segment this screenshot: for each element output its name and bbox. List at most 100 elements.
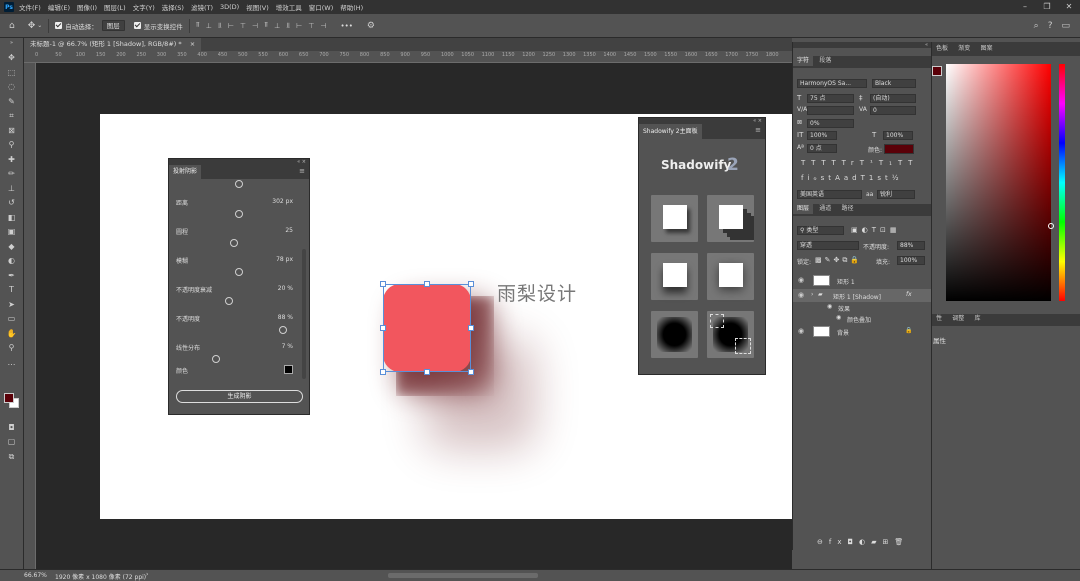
- type-tool-icon[interactable]: T: [5, 284, 18, 296]
- handle-top-right[interactable]: [468, 281, 474, 287]
- layer-row-rectangle[interactable]: ◉ 矩形 1: [793, 274, 931, 287]
- move-tool-icon[interactable]: ✥: [5, 52, 18, 64]
- home-icon[interactable]: ⌂: [9, 21, 15, 31]
- foreground-color-swatch-top[interactable]: [4, 393, 14, 403]
- history-brush-icon[interactable]: ↺: [5, 197, 18, 209]
- distribute-hcenter-icon[interactable]: ⊤: [308, 22, 314, 30]
- eyedropper-tool-icon[interactable]: ⚲: [5, 139, 18, 151]
- shadow-color-swatch[interactable]: [284, 365, 293, 374]
- show-transform-controls-checkbox[interactable]: [133, 22, 141, 29]
- status-menu-arrow[interactable]: ›: [146, 571, 148, 578]
- tab-channels[interactable]: 通道: [815, 204, 835, 214]
- align-hcenter-icon[interactable]: ⊤: [240, 22, 246, 30]
- font-family-select[interactable]: HarmonyOS Sa...: [797, 79, 867, 88]
- menu-filter[interactable]: 滤镜(T): [191, 2, 213, 12]
- workspace-icon[interactable]: ▭: [1061, 21, 1070, 31]
- pen-tool-icon[interactable]: ✒: [5, 270, 18, 282]
- horizontal-scale-field[interactable]: 100%: [883, 131, 913, 140]
- dodge-tool-icon[interactable]: ◐: [5, 255, 18, 267]
- move-tool-icon[interactable]: ✥: [28, 21, 36, 31]
- generate-shadow-button[interactable]: 生成阴影: [176, 390, 303, 403]
- menu-plugins[interactable]: 增效工具: [276, 2, 302, 12]
- menu-3d[interactable]: 3D(D): [220, 3, 239, 11]
- opacity-field[interactable]: 88%: [897, 241, 925, 250]
- handle-right[interactable]: [468, 325, 474, 331]
- visibility-eye-icon[interactable]: ◉: [798, 327, 804, 335]
- param-slider-knob[interactable]: [235, 210, 243, 218]
- tab-character[interactable]: 字符: [793, 56, 814, 66]
- hand-tool-icon[interactable]: ✋: [5, 328, 18, 340]
- tab-adjustments[interactable]: 调整: [948, 314, 968, 324]
- menu-image[interactable]: 图像(I): [77, 2, 97, 12]
- antialias-select[interactable]: 锐利: [877, 190, 915, 199]
- baseline-field[interactable]: 0 点: [807, 144, 837, 153]
- brush-tool-icon[interactable]: ✏: [5, 168, 18, 180]
- panel-scrollbar[interactable]: [302, 249, 306, 379]
- layer-actions-bar[interactable]: ⊖fx◘◐▰⊞🗑: [817, 538, 909, 546]
- handle-left[interactable]: [380, 325, 386, 331]
- language-select[interactable]: 美国英语: [797, 190, 862, 199]
- slider-knob-top[interactable]: [235, 180, 243, 188]
- tab-paths[interactable]: 路径: [838, 204, 858, 214]
- lasso-tool-icon[interactable]: ◌: [5, 81, 18, 93]
- minimize-button[interactable]: –: [1014, 0, 1036, 14]
- tsume-field[interactable]: 0%: [807, 119, 854, 128]
- handle-bottom[interactable]: [424, 369, 430, 375]
- opentype-buttons[interactable]: fiℴstAadT1st½: [801, 174, 903, 182]
- canvas-text[interactable]: 雨梨设计: [497, 279, 577, 306]
- handle-bottom-right[interactable]: [468, 369, 474, 375]
- collapse-toolbar-icon[interactable]: »: [5, 40, 18, 46]
- distribute-vcenter-icon[interactable]: ⊥: [274, 22, 280, 30]
- zoom-tool-icon[interactable]: ⚲: [5, 342, 18, 354]
- tab-swatches[interactable]: 色板: [932, 42, 952, 56]
- panel-menu-icon[interactable]: ≡: [299, 167, 305, 175]
- preset-inner-glow[interactable]: [651, 311, 698, 358]
- distribute-right-icon[interactable]: ⊣: [320, 22, 326, 30]
- fg-color-mini-swatch[interactable]: [932, 66, 942, 76]
- frame-tool-icon[interactable]: ⊠: [5, 125, 18, 137]
- menu-select[interactable]: 选择(S): [162, 2, 184, 12]
- fill-field[interactable]: 100%: [897, 256, 925, 265]
- type-style-buttons[interactable]: TTTTTrT¹T₁TT: [801, 159, 918, 167]
- menu-window[interactable]: 窗口(W): [309, 2, 334, 12]
- menu-help[interactable]: 帮助(H): [340, 2, 363, 12]
- preset-contact-shadow[interactable]: [707, 253, 754, 300]
- param-slider-knob[interactable]: [225, 297, 233, 305]
- param-value[interactable]: 302 px: [272, 198, 293, 205]
- font-size-field[interactable]: 75 点: [807, 94, 854, 103]
- layer-row-color-overlay[interactable]: ◉ 颜色叠加: [793, 312, 931, 325]
- quick-mask-icon[interactable]: ◘: [5, 422, 18, 434]
- layer-filter-icons[interactable]: ▣◐T⊡▦: [851, 226, 900, 234]
- visibility-eye-icon[interactable]: ◉: [798, 276, 804, 284]
- param-slider-knob[interactable]: [279, 326, 287, 334]
- param-value[interactable]: 7 %: [282, 343, 293, 350]
- color-picker-field[interactable]: [946, 64, 1051, 301]
- more-options-button[interactable]: •••: [340, 22, 352, 30]
- param-slider-knob[interactable]: [230, 239, 238, 247]
- tab-gradients[interactable]: 渐变: [954, 42, 974, 56]
- visibility-eye-icon[interactable]: ◉: [798, 291, 804, 299]
- close-window-button[interactable]: ✕: [1058, 0, 1080, 14]
- shape-tool-icon[interactable]: ▭: [5, 313, 18, 325]
- help-icon[interactable]: ?: [1048, 21, 1053, 31]
- quick-select-tool-icon[interactable]: ✎: [5, 96, 18, 108]
- kerning-field[interactable]: [807, 106, 854, 115]
- gradient-tool-icon[interactable]: ▣: [5, 226, 18, 238]
- layer-filter-select[interactable]: ⚲ 类型: [797, 226, 844, 235]
- close-tab-icon[interactable]: ×: [190, 40, 195, 48]
- tab-patterns[interactable]: 图案: [977, 42, 997, 56]
- effect-eye-icon[interactable]: ◉: [836, 314, 841, 321]
- marquee-tool-icon[interactable]: ⬚: [5, 67, 18, 79]
- tracking-field[interactable]: 0: [870, 106, 916, 115]
- edit-toolbar-icon[interactable]: ⧉: [5, 451, 18, 463]
- tab-cast-shadow[interactable]: 投射阴影: [169, 165, 202, 179]
- handle-top-left[interactable]: [380, 281, 386, 287]
- param-value[interactable]: 88 %: [278, 314, 293, 321]
- menu-view[interactable]: 视图(V): [246, 2, 269, 12]
- healing-brush-icon[interactable]: ✚: [5, 154, 18, 166]
- preset-long-shadow[interactable]: [707, 195, 754, 242]
- align-vcenter-icon[interactable]: ⊥: [206, 22, 212, 30]
- layer-row-background[interactable]: ◉ 背景 🔒: [793, 325, 931, 338]
- handle-bottom-left[interactable]: [380, 369, 386, 375]
- restore-button[interactable]: ❐: [1036, 0, 1058, 14]
